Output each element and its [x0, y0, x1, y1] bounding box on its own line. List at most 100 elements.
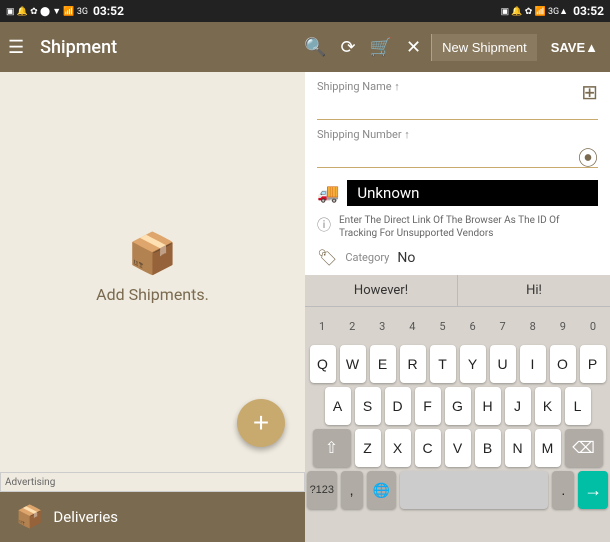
- enter-key[interactable]: →: [578, 471, 608, 509]
- kb-hint-3: 3: [368, 311, 396, 341]
- history-icon[interactable]: ⟳: [341, 37, 356, 58]
- status-icons-right: ▣ 🔔 ✿ 📶 3G▲: [501, 6, 568, 17]
- category-row: 🏷 Category No: [317, 244, 598, 271]
- kb-hint-9: 9: [549, 311, 577, 341]
- carrier-value: Unknown: [347, 180, 598, 206]
- key-n[interactable]: N: [505, 429, 531, 467]
- app-title: Shipment: [40, 37, 294, 58]
- status-bar: ▣ 🔔 ✿ ⬤ ▼ 📶 3G 03:52 ▣ 🔔 ✿ 📶 3G▲ 03:52: [0, 0, 610, 22]
- key-d[interactable]: D: [385, 387, 411, 425]
- period-key[interactable]: .: [552, 471, 574, 509]
- fab-add-button[interactable]: +: [237, 399, 285, 447]
- add-shipment-text: Add Shipments.: [96, 285, 209, 304]
- deliveries-nav-icon: 📦: [16, 505, 43, 530]
- save-button[interactable]: SAVE▲: [547, 34, 602, 61]
- kb-hint-7: 7: [489, 311, 517, 341]
- kb-hint-8: 8: [519, 311, 547, 341]
- kb-hint-2: 2: [338, 311, 366, 341]
- carrier-row: 🚚 Unknown: [317, 176, 598, 210]
- key-r[interactable]: R: [400, 345, 426, 383]
- space-key[interactable]: [400, 471, 548, 509]
- key-g[interactable]: G: [445, 387, 471, 425]
- key-p[interactable]: P: [580, 345, 606, 383]
- barcode-icon[interactable]: ⦿: [578, 142, 598, 171]
- shipping-name-label: Shipping Name ↑: [317, 80, 598, 93]
- form-area: Shipping Name ↑ ⊞ Shipping Number ↑ ⦿ 🚚 …: [305, 72, 610, 275]
- key-e[interactable]: E: [370, 345, 396, 383]
- left-panel: 📦 Add Shipments. + Advertising 📦 Deliver…: [0, 72, 305, 542]
- delete-key[interactable]: ⌫: [565, 429, 603, 467]
- status-bar-left: ▣ 🔔 ✿ ⬤ ▼ 📶 3G 03:52: [6, 4, 124, 18]
- package-icon-large: 📦: [128, 230, 178, 277]
- key-v[interactable]: V: [445, 429, 471, 467]
- search-icon[interactable]: 🔍: [304, 37, 326, 58]
- key-i[interactable]: I: [520, 345, 546, 383]
- menu-icon[interactable]: ☰: [8, 37, 24, 58]
- info-icon: ⓘ: [317, 215, 331, 235]
- keyboard-numbers-row: 1 2 3 4 5 6 7 8 9 0: [307, 311, 608, 341]
- category-value: No: [397, 250, 415, 266]
- add-shipment-area: 📦 Add Shipments.: [96, 230, 209, 304]
- bottom-nav[interactable]: 📦 Deliveries: [0, 492, 305, 542]
- key-l[interactable]: L: [565, 387, 591, 425]
- suggest-hi[interactable]: Hi!: [458, 275, 610, 306]
- key-z[interactable]: Z: [355, 429, 381, 467]
- right-panel: Shipping Name ↑ ⊞ Shipping Number ↑ ⦿ 🚚 …: [305, 72, 610, 542]
- key-c[interactable]: C: [415, 429, 441, 467]
- key-t[interactable]: T: [430, 345, 456, 383]
- category-label: Category: [345, 251, 389, 264]
- info-text: Enter The Direct Link Of The Browser As …: [339, 214, 598, 240]
- cart-icon[interactable]: 🛒: [370, 37, 392, 58]
- keyboard-area: 1 2 3 4 5 6 7 8 9 0 Q W E R T Y U I: [305, 307, 610, 542]
- num-switch-key[interactable]: ?123: [307, 471, 337, 509]
- keyboard-row-1: Q W E R T Y U I O P: [307, 345, 608, 383]
- globe-key[interactable]: 🌐: [367, 471, 397, 509]
- keyboard-row-4: ?123 , 🌐 . →: [307, 471, 608, 509]
- key-k[interactable]: K: [535, 387, 561, 425]
- keyboard-row-2: A S D F G H J K L: [307, 387, 608, 425]
- kb-hint-6: 6: [459, 311, 487, 341]
- shipping-number-label: Shipping Number ↑: [317, 128, 598, 141]
- app-bar: ☰ Shipment 🔍 ⟳ 🛒 ✕ New Shipment SAVE▲: [0, 22, 610, 72]
- key-m[interactable]: M: [535, 429, 561, 467]
- key-j[interactable]: J: [505, 387, 531, 425]
- new-shipment-button[interactable]: New Shipment: [431, 34, 537, 61]
- kb-hint-0: 0: [579, 311, 607, 341]
- advertising-label: Advertising: [5, 477, 55, 488]
- key-b[interactable]: B: [475, 429, 501, 467]
- advertising-bar: Advertising: [0, 472, 305, 492]
- app-bar-actions: 🔍 ⟳ 🛒 ✕: [304, 37, 421, 58]
- key-f[interactable]: F: [415, 387, 441, 425]
- status-time-right: 03:52: [573, 4, 604, 18]
- truck-icon: 🚚: [317, 183, 339, 204]
- shift-key[interactable]: ⇧: [313, 429, 351, 467]
- info-row: ⓘ Enter The Direct Link Of The Browser A…: [317, 210, 598, 244]
- key-a[interactable]: A: [325, 387, 351, 425]
- kb-hint-5: 5: [428, 311, 456, 341]
- kb-hint-4: 4: [398, 311, 426, 341]
- shipping-name-input[interactable]: [317, 95, 598, 120]
- status-icons-left: ▣ 🔔 ✿ ⬤ ▼ 📶 3G: [6, 6, 88, 17]
- key-u[interactable]: U: [490, 345, 516, 383]
- status-time-left: 03:52: [93, 4, 124, 18]
- keyboard-suggestions: However! Hi!: [305, 275, 610, 307]
- key-h[interactable]: H: [475, 387, 501, 425]
- tag-icon: 🏷: [317, 248, 337, 267]
- shipping-name-field: Shipping Name ↑ ⊞: [317, 80, 598, 120]
- comma-key[interactable]: ,: [341, 471, 363, 509]
- qr-icon[interactable]: ⊞: [581, 80, 598, 104]
- close-icon[interactable]: ✕: [406, 37, 421, 58]
- key-y[interactable]: Y: [460, 345, 486, 383]
- kb-hint-1: 1: [308, 311, 336, 341]
- key-o[interactable]: O: [550, 345, 576, 383]
- key-w[interactable]: W: [340, 345, 366, 383]
- key-s[interactable]: S: [355, 387, 381, 425]
- shipping-number-input[interactable]: [317, 143, 598, 168]
- status-bar-right: ▣ 🔔 ✿ 📶 3G▲ 03:52: [501, 4, 604, 18]
- key-x[interactable]: X: [385, 429, 411, 467]
- suggest-however[interactable]: However!: [305, 275, 458, 306]
- deliveries-nav-label: Deliveries: [53, 508, 118, 526]
- key-q[interactable]: Q: [310, 345, 336, 383]
- keyboard-row-3: ⇧ Z X C V B N M ⌫: [307, 429, 608, 467]
- shipping-number-field: Shipping Number ↑ ⦿: [317, 128, 598, 168]
